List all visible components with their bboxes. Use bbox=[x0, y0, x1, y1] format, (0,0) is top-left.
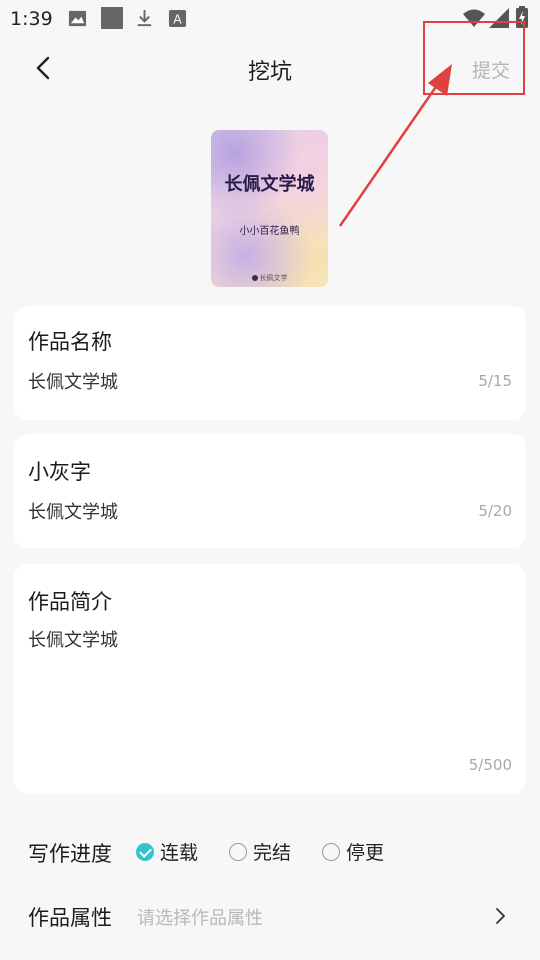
radio-serializing-label: 连载 bbox=[160, 842, 199, 864]
intro-card[interactable]: 作品简介 长佩文学城 5/500 bbox=[14, 564, 526, 794]
subtitle-input[interactable]: 长佩文学城 bbox=[28, 498, 118, 524]
radio-completed-label: 完结 bbox=[253, 842, 292, 864]
radio-checked-icon bbox=[136, 842, 154, 861]
writing-progress-row: 写作进度 连载 完结 停更 bbox=[0, 834, 540, 874]
status-time: 1:39 bbox=[10, 8, 53, 30]
svg-text:A: A bbox=[173, 12, 182, 26]
annotation-highlight-box bbox=[423, 21, 525, 95]
intro-textarea[interactable]: 长佩文学城 bbox=[28, 626, 118, 652]
radio-completed[interactable]: 完结 bbox=[229, 838, 291, 865]
work-attributes-label: 作品属性 bbox=[28, 906, 112, 930]
subtitle-counter: 5/20 bbox=[478, 502, 512, 520]
work-name-input[interactable]: 长佩文学城 bbox=[28, 368, 118, 394]
image-icon bbox=[68, 10, 87, 27]
intro-label: 作品简介 bbox=[28, 590, 112, 614]
radio-unchecked-icon bbox=[322, 842, 340, 861]
square-icon bbox=[101, 7, 123, 29]
work-name-counter: 5/15 bbox=[478, 372, 512, 390]
radio-paused[interactable]: 停更 bbox=[322, 838, 384, 865]
subtitle-label: 小灰字 bbox=[28, 460, 91, 484]
cover-author: 小小百花鱼鸭 bbox=[239, 226, 300, 237]
work-name-label: 作品名称 bbox=[28, 330, 112, 354]
work-attributes-row[interactable]: 作品属性 请选择作品属性 bbox=[0, 898, 540, 938]
work-attributes-placeholder[interactable]: 请选择作品属性 bbox=[137, 904, 263, 930]
cover-title: 长佩文学城 bbox=[224, 174, 315, 195]
radio-paused-label: 停更 bbox=[346, 842, 385, 864]
book-cover[interactable]: 长佩文学城 小小百花鱼鸭 长佩文学 bbox=[211, 130, 328, 287]
intro-counter: 5/500 bbox=[468, 756, 512, 774]
cover-logo-icon bbox=[251, 275, 258, 281]
chevron-right-icon bbox=[496, 908, 505, 924]
cover-logo-text: 长佩文学 bbox=[259, 274, 288, 282]
radio-unchecked-icon bbox=[229, 842, 247, 861]
cover-logo: 长佩文学 bbox=[211, 273, 328, 283]
subtitle-card[interactable]: 小灰字 长佩文学城 5/20 bbox=[14, 434, 526, 548]
radio-serializing[interactable]: 连载 bbox=[136, 838, 198, 865]
download-icon bbox=[137, 9, 152, 27]
font-a-icon: A bbox=[168, 9, 187, 28]
writing-progress-label: 写作进度 bbox=[28, 842, 112, 866]
work-name-card[interactable]: 作品名称 长佩文学城 5/15 bbox=[14, 306, 526, 420]
